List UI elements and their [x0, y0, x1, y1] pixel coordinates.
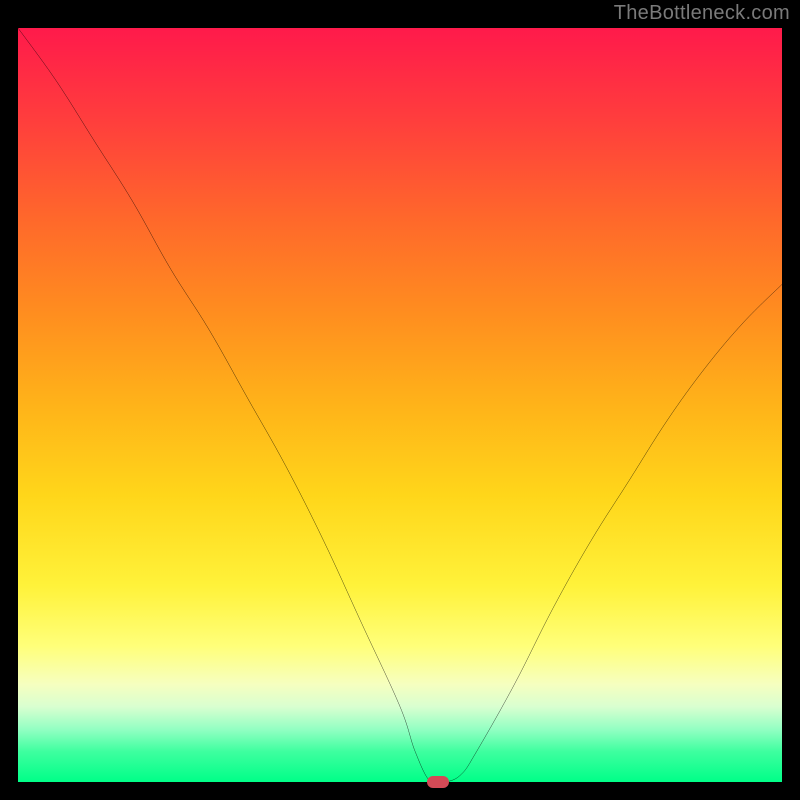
plot-area	[18, 28, 782, 782]
watermark-text: TheBottleneck.com	[614, 2, 790, 25]
chart-frame: TheBottleneck.com	[0, 0, 800, 800]
bottleneck-curve	[18, 28, 782, 782]
minimum-marker	[427, 776, 449, 788]
